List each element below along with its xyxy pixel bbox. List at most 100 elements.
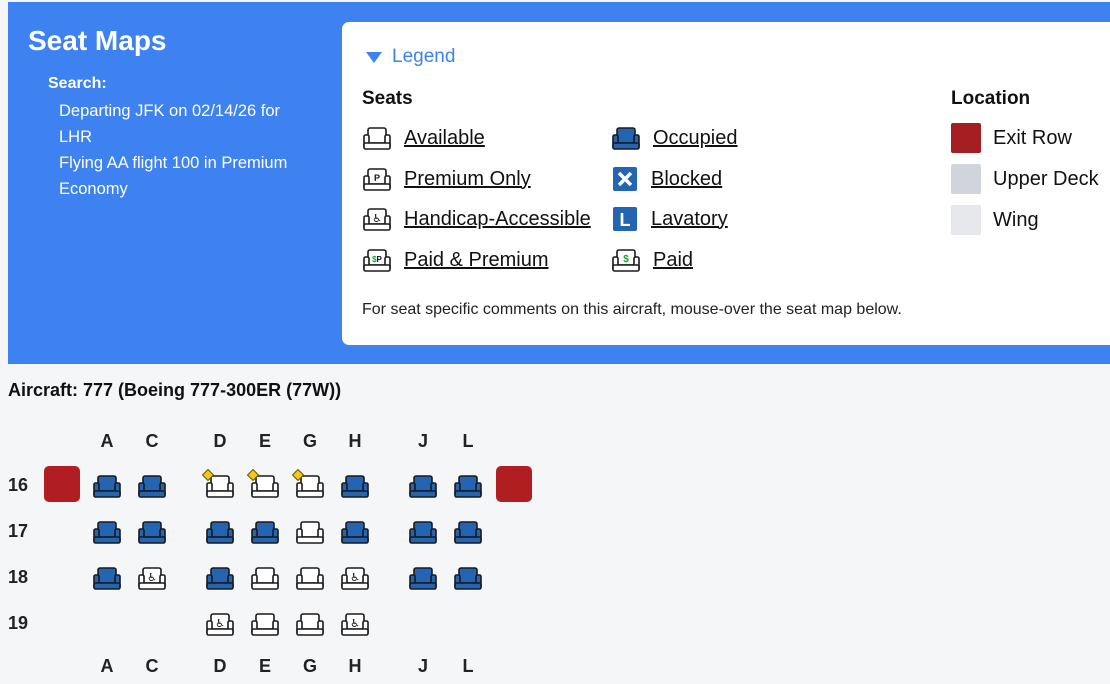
seat-16a[interactable] bbox=[92, 472, 122, 500]
seat-18j[interactable] bbox=[408, 564, 438, 592]
bottom-column-h: H bbox=[348, 656, 362, 676]
seat-17d[interactable] bbox=[205, 518, 235, 546]
seat-16l[interactable] bbox=[453, 472, 483, 500]
location-swatch bbox=[951, 164, 981, 194]
seat-16c[interactable] bbox=[137, 472, 167, 500]
seat-19g[interactable] bbox=[295, 610, 325, 638]
bottom-column-e: E bbox=[258, 656, 271, 676]
row-number: 17 bbox=[8, 521, 29, 541]
legend-toggle-label: Legend bbox=[392, 46, 456, 67]
top-column-h: H bbox=[348, 431, 362, 451]
aircraft-title: Aircraft: 777 (Boeing 777-300ER (77W)) bbox=[8, 380, 342, 400]
location-item-exit-row: Exit Row bbox=[951, 123, 1072, 153]
legend-link[interactable]: Premium Only bbox=[404, 168, 531, 191]
seat-17l[interactable] bbox=[453, 518, 483, 546]
seat-18g[interactable] bbox=[295, 564, 325, 592]
location-label: Upper Deck bbox=[993, 167, 1099, 190]
svg-text:P: P bbox=[374, 173, 380, 183]
svg-text:♿: ♿ bbox=[350, 571, 360, 584]
seat-16g[interactable] bbox=[292, 469, 325, 500]
search-summary: Departing JFK on 02/14/26 for LHR Flying… bbox=[59, 98, 314, 202]
top-column-g: G bbox=[302, 431, 317, 451]
svg-text:♿: ♿ bbox=[215, 617, 225, 630]
legend-item-occupied[interactable]: Occupied bbox=[611, 124, 738, 152]
seat-18e[interactable] bbox=[250, 564, 280, 592]
svg-text:♿: ♿ bbox=[350, 617, 360, 630]
legend-link[interactable]: Paid bbox=[653, 249, 693, 272]
legend-link[interactable]: Handicap-Accessible bbox=[404, 208, 591, 231]
seat-available-icon bbox=[362, 124, 392, 152]
svg-text:♿: ♿ bbox=[147, 571, 157, 584]
seat-17e[interactable] bbox=[250, 518, 280, 546]
exit-row-left bbox=[44, 466, 80, 502]
seat-17h[interactable] bbox=[340, 518, 370, 546]
bottom-column-d: D bbox=[213, 656, 227, 676]
seat-19h[interactable]: ♿ bbox=[340, 610, 370, 638]
seat-16h[interactable] bbox=[340, 472, 370, 500]
lavatory-icon: L bbox=[611, 205, 639, 233]
legend-item-paid-premium[interactable]: $P Paid & Premium bbox=[362, 246, 549, 274]
seat-occupied-icon bbox=[611, 124, 641, 152]
bottom-column-l: L bbox=[462, 656, 474, 676]
seat-paid-premium-icon: $P bbox=[362, 246, 392, 274]
seat-18h[interactable]: ♿ bbox=[340, 564, 370, 592]
seat-17a[interactable] bbox=[92, 518, 122, 546]
seat-comment-note: For seat specific comments on this aircr… bbox=[362, 301, 902, 318]
seat-blocked-icon bbox=[611, 165, 639, 193]
exit-row-right bbox=[496, 466, 532, 502]
seat-18l[interactable] bbox=[453, 564, 483, 592]
seat-18a[interactable] bbox=[92, 564, 122, 592]
seat-paid-icon: $ bbox=[611, 246, 641, 274]
seat-16j[interactable] bbox=[408, 472, 438, 500]
legend-link[interactable]: Paid & Premium bbox=[404, 249, 549, 272]
seat-19d[interactable]: ♿ bbox=[205, 610, 235, 638]
row-number: 18 bbox=[8, 567, 29, 587]
seat-premium-icon: P bbox=[362, 165, 392, 193]
seat-18d[interactable] bbox=[205, 564, 235, 592]
search-route: Departing JFK on 02/14/26 for LHR bbox=[59, 102, 281, 146]
search-label: Search: bbox=[48, 75, 107, 92]
legend-item-available[interactable]: Available bbox=[362, 124, 485, 152]
location-item-upper-deck: Upper Deck bbox=[951, 164, 1099, 194]
seat-handicap-icon: ♿ bbox=[362, 205, 392, 233]
legend-item-paid[interactable]: $ Paid bbox=[611, 246, 693, 274]
seat-16e[interactable] bbox=[247, 469, 280, 500]
seat-17g[interactable] bbox=[295, 518, 325, 546]
top-column-d: D bbox=[213, 431, 227, 451]
row-number: 16 bbox=[8, 475, 29, 495]
location-swatch bbox=[951, 205, 981, 235]
seat-17c[interactable] bbox=[137, 518, 167, 546]
row-number: 19 bbox=[8, 613, 29, 633]
top-column-c: C bbox=[145, 431, 159, 451]
seat-16d[interactable] bbox=[202, 469, 235, 500]
location-item-wing: Wing bbox=[951, 205, 1039, 235]
seat-18c[interactable]: ♿ bbox=[137, 564, 167, 592]
legend-item-lavatory[interactable]: L Lavatory bbox=[611, 205, 728, 233]
legend-link[interactable]: Lavatory bbox=[651, 208, 728, 231]
svg-text:♿: ♿ bbox=[372, 212, 382, 225]
legend-link[interactable]: Occupied bbox=[653, 127, 738, 150]
search-flight: Flying AA flight 100 in Premium Economy bbox=[59, 154, 288, 198]
top-column-j: J bbox=[417, 431, 428, 451]
location-section-title: Location bbox=[951, 88, 1031, 109]
legend-link[interactable]: Available bbox=[404, 127, 485, 150]
chevron-down-icon bbox=[366, 51, 382, 63]
seat-map: A C D E G H J L A C D E G H J L 16 17 18 ♿ ♿ 19 ♿ ♿ bbox=[0, 420, 600, 684]
top-column-a: A bbox=[100, 431, 114, 451]
bottom-column-c: C bbox=[145, 656, 159, 676]
legend-toggle[interactable]: Legend bbox=[366, 46, 455, 68]
svg-text:$P: $P bbox=[372, 255, 382, 264]
seat-19e[interactable] bbox=[250, 610, 280, 638]
legend-item-handicap-accessible[interactable]: ♿ Handicap-Accessible bbox=[362, 205, 591, 233]
bottom-column-g: G bbox=[302, 656, 317, 676]
seat-17j[interactable] bbox=[408, 518, 438, 546]
svg-text:$: $ bbox=[623, 254, 629, 265]
legend-link[interactable]: Blocked bbox=[651, 168, 722, 191]
legend-item-premium-only[interactable]: P Premium Only bbox=[362, 165, 531, 193]
location-swatch bbox=[951, 123, 981, 153]
page-title: Seat Maps bbox=[28, 25, 167, 56]
bottom-column-a: A bbox=[100, 656, 114, 676]
bottom-column-j: J bbox=[417, 656, 428, 676]
svg-text:L: L bbox=[620, 210, 631, 230]
legend-item-blocked[interactable]: Blocked bbox=[611, 165, 722, 193]
